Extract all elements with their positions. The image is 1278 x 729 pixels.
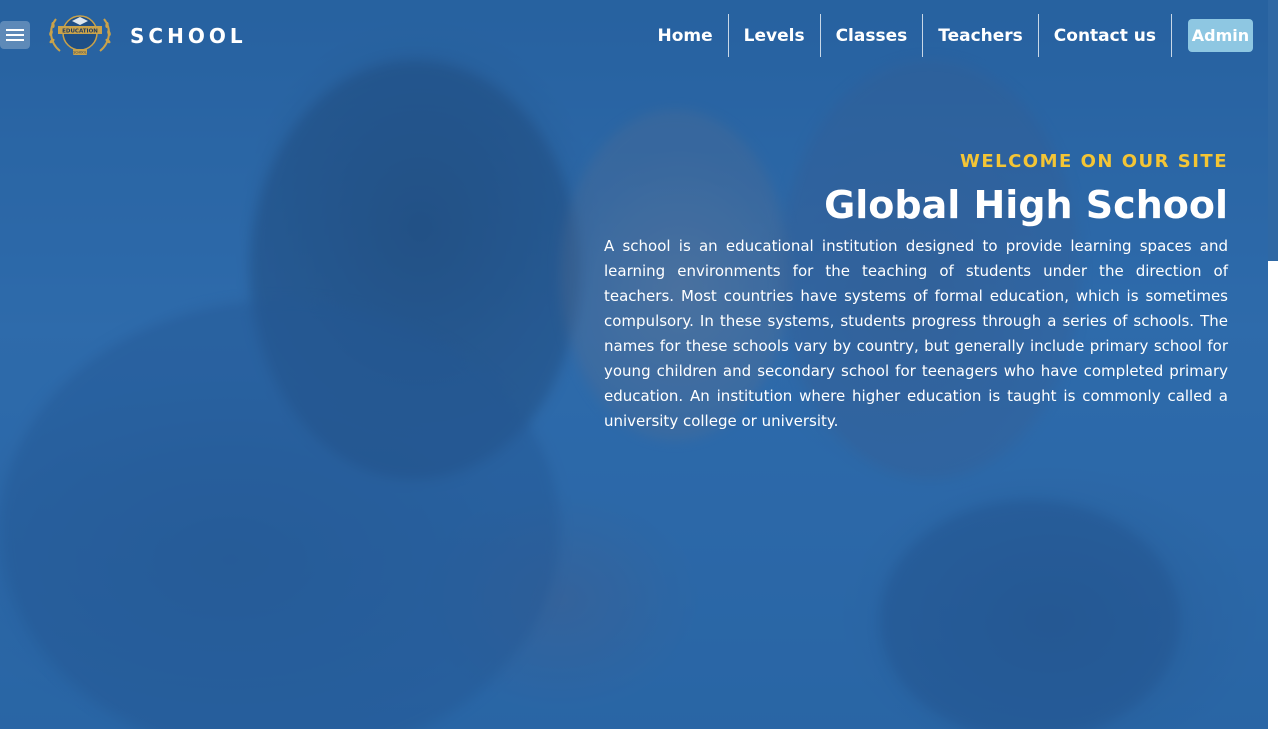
nav-teachers[interactable]: Teachers	[922, 14, 1038, 57]
menu-bar	[6, 29, 24, 31]
nav-classes[interactable]: Classes	[819, 14, 923, 57]
brand-name[interactable]: SCHOOL	[130, 24, 247, 48]
scrollbar-thumb[interactable]	[1268, 0, 1278, 261]
hero-section: EDUCATION SCHOOL SCHOOL Home Levels Clas…	[0, 0, 1278, 729]
school-logo-icon[interactable]: EDUCATION SCHOOL	[46, 11, 114, 57]
hero-description: A school is an educational institution d…	[604, 237, 1228, 430]
logo-subtext: SCHOOL	[73, 51, 87, 55]
welcome-eyebrow: WELCOME ON OUR SITE	[959, 151, 1228, 172]
menu-bar	[6, 34, 24, 36]
top-navbar: EDUCATION SCHOOL SCHOOL Home Levels Clas…	[0, 0, 1268, 72]
admin-button[interactable]: Admin	[1188, 19, 1253, 52]
nav-levels[interactable]: Levels	[727, 14, 820, 57]
hero-content: WELCOME ON OUR SITE Global High School A…	[604, 150, 1228, 434]
page-title: Global High School	[824, 183, 1228, 227]
nav-home[interactable]: Home	[642, 14, 727, 57]
menu-bar	[6, 39, 24, 41]
main-nav: Home Levels Classes Teachers Contact us	[642, 14, 1172, 57]
nav-contact-us[interactable]: Contact us	[1037, 14, 1172, 57]
hamburger-menu-icon[interactable]	[0, 21, 30, 49]
logo-text: EDUCATION	[62, 29, 98, 35]
scrollbar-track[interactable]	[1268, 0, 1278, 729]
